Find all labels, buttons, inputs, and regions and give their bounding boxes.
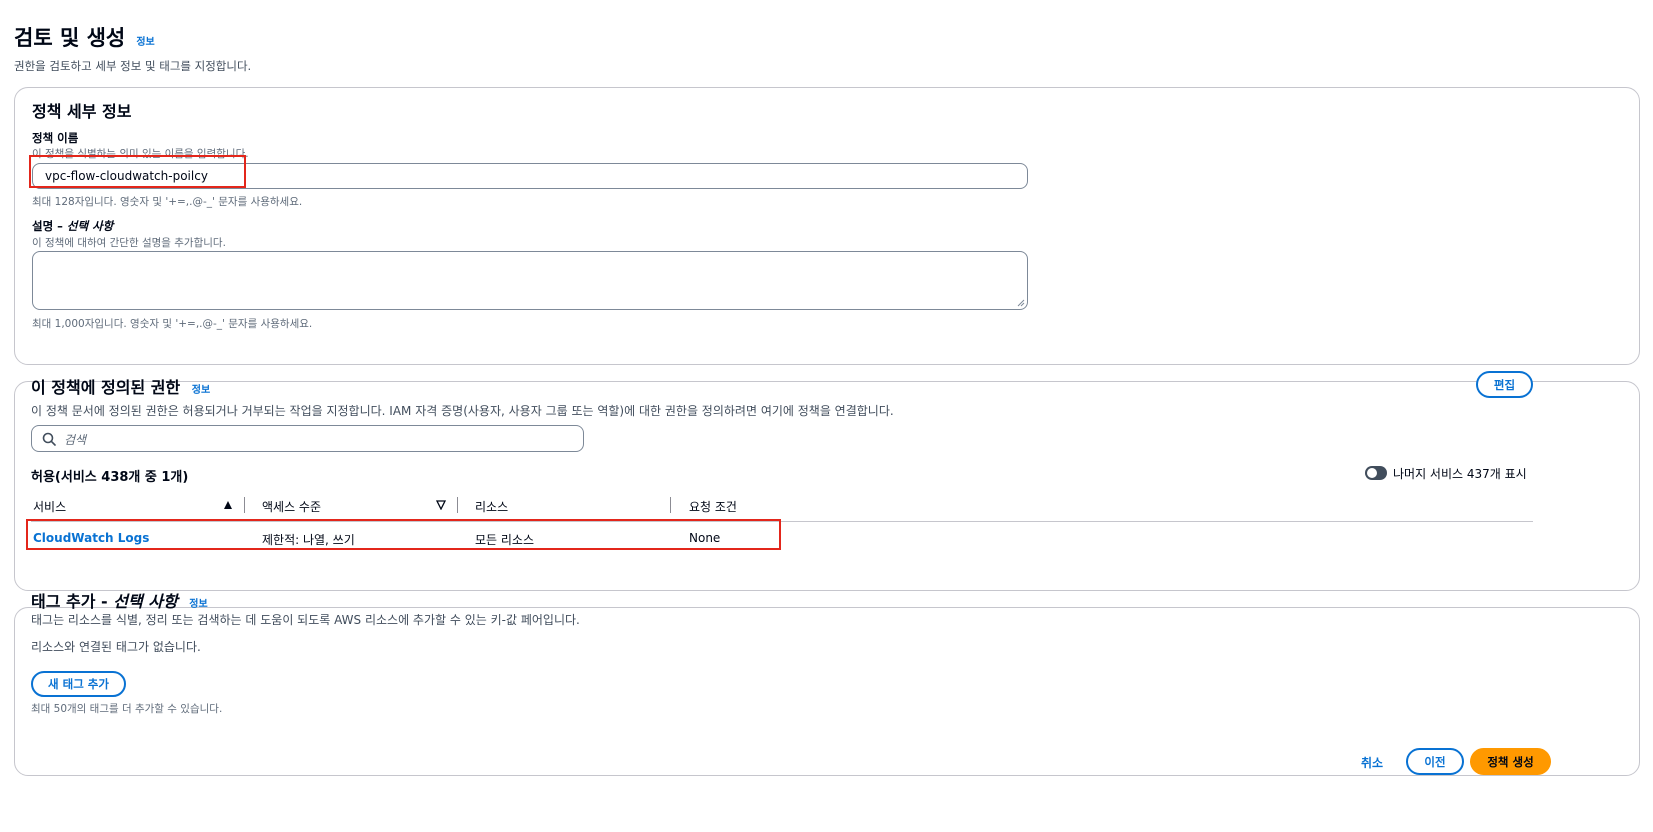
column-divider[interactable] [244,497,245,513]
table-header-divider [31,521,1533,522]
tags-info-link[interactable]: 정보 [189,599,207,610]
tags-limit-text: 최대 50개의 태그를 더 추가할 수 있습니다. [31,703,223,715]
policy-description-constraint: 최대 1,000자입니다. 영숫자 및 '+=,.@-_' 문자를 사용하세요. [32,318,313,330]
permissions-info-link[interactable]: 정보 [192,385,210,396]
show-remaining-label: 나머지 서비스 437개 표시 [1393,467,1527,481]
tags-title: 태그 추가 - 선택 사항 정보 [31,588,208,612]
access-level-cell: 제한적: 나열, 쓰기 [262,533,355,547]
tags-empty-text: 리소스와 연결된 태그가 없습니다. [31,640,201,654]
create-policy-button[interactable]: 정책 생성 [1470,748,1551,775]
service-link-cloudwatch-logs[interactable]: CloudWatch Logs [33,531,149,545]
search-placeholder: 검색 [64,433,87,447]
permissions-description: 이 정책 문서에 정의된 권한은 허용되거나 거부되는 작업을 지정합니다. I… [31,404,894,418]
column-divider[interactable] [670,497,671,513]
show-remaining-toggle[interactable] [1365,466,1387,480]
column-header-condition[interactable]: 요청 조건 [689,498,737,515]
policy-description-label-optional: 선택 사항 [66,219,114,233]
tags-description: 태그는 리소스를 식별, 정리 또는 검색하는 데 도움이 되도록 AWS 리소… [31,613,580,627]
search-icon [42,432,56,446]
policy-description-label: 설명 – 선택 사항 [32,218,113,234]
column-header-resource[interactable]: 리소스 [475,498,508,515]
page-title: 검토 및 생성 [14,26,126,50]
tags-title-main: 태그 추가 - [31,592,114,611]
condition-cell: None [689,531,721,545]
edit-button[interactable]: 편집 [1476,371,1533,398]
page-info-link[interactable]: 정보 [136,37,154,48]
column-header-access-level[interactable]: 액세스 수준 [262,498,321,515]
column-divider[interactable] [457,497,458,513]
resize-grip-icon[interactable] [1017,299,1025,307]
policy-description-textarea[interactable] [32,251,1028,310]
permissions-title: 이 정책에 정의된 권한 정보 [31,374,210,398]
policy-description-label-main: 설명 – [32,219,67,233]
previous-button[interactable]: 이전 [1406,748,1464,775]
policy-description-hint: 이 정책에 대하여 간단한 설명을 추가합니다. [32,237,226,249]
tags-title-optional: 선택 사항 [113,592,178,611]
resource-cell: 모든 리소스 [475,533,535,547]
allow-heading: 허용(서비스 438개 중 1개) [31,470,189,485]
page-header: 검토 및 생성 정보 권한을 검토하고 세부 정보 및 태그를 지정합니다. [14,22,251,74]
policy-name-hint: 이 정책을 식별하는 의미 있는 이름을 입력합니다. [32,148,249,160]
policy-name-input[interactable] [32,163,1028,189]
permissions-search[interactable]: 검색 [31,425,584,452]
policy-details-container: 정책 세부 정보 정책 이름 이 정책을 식별하는 의미 있는 이름을 입력합니… [14,87,1640,365]
policy-name-label: 정책 이름 [32,131,79,145]
permissions-title-text: 이 정책에 정의된 권한 [31,378,181,397]
sort-descending-icon[interactable] [436,500,446,510]
cancel-button[interactable]: 취소 [1361,754,1383,771]
column-header-service[interactable]: 서비스 [33,498,66,515]
tags-container [14,607,1640,776]
policy-name-constraint: 최대 128자입니다. 영숫자 및 '+=,.@-_' 문자를 사용하세요. [32,196,303,208]
sort-ascending-icon[interactable] [223,500,233,510]
add-tag-button[interactable]: 새 태그 추가 [31,671,126,697]
policy-details-title: 정책 세부 정보 [32,102,132,121]
page-description: 권한을 검토하고 세부 정보 및 태그를 지정합니다. [14,59,252,73]
toggle-knob [1367,468,1377,478]
